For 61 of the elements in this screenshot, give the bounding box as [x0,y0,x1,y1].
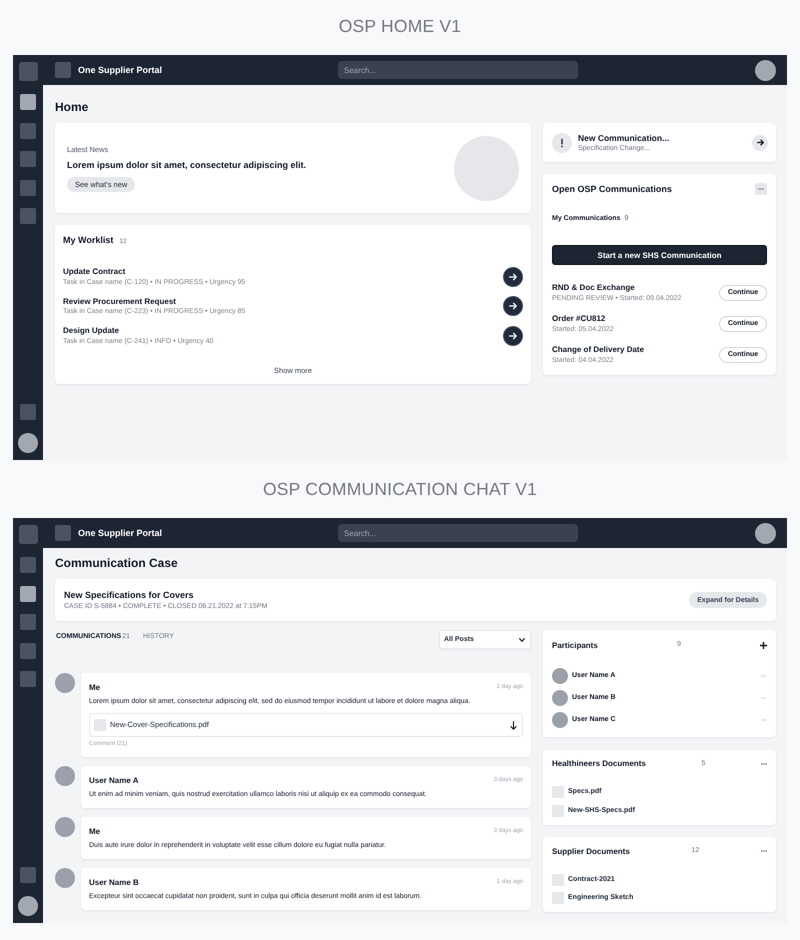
task-title: Update Contract [63,266,126,278]
avatar-icon [55,673,75,693]
search-field[interactable]: Search... [338,61,578,79]
documents-title: Healthineers Documents [552,758,646,769]
logo-placeholder-icon [55,525,71,541]
message-author: User Name A [89,774,139,786]
avatar-icon [55,766,75,786]
screen-caption: OSP HOME V1 [338,15,462,38]
file-placeholder-icon [552,786,564,798]
file-placeholder-icon [552,892,564,904]
avatar-icon [55,817,75,837]
plus-icon[interactable] [760,642,767,648]
menu-placeholder-icon[interactable] [18,525,38,544]
message-author: Me [89,682,100,692]
open-task-button[interactable] [503,326,523,346]
avatar-icon[interactable] [18,433,38,453]
search-field[interactable]: Search... [338,524,578,542]
avatar-icon [552,690,568,706]
app-name: One Supplier Portal [78,64,162,76]
app-name: One Supplier Portal [78,527,162,539]
open-task-button[interactable] [503,296,523,316]
page-title: Home [55,99,88,115]
communication-title: Order #CU812 [552,313,606,324]
exclamation-icon [552,132,572,152]
open-task-button[interactable] [503,266,523,287]
chevron-down-icon [519,638,525,642]
avatar-icon [55,868,75,888]
worklist-title: My Worklist [63,234,114,246]
arrow-right-icon [509,332,517,340]
menu-placeholder-icon[interactable] [18,62,38,81]
nav-placeholder-icon[interactable] [20,586,36,602]
page-title: Communication Case [55,555,178,571]
arrow-right-icon [509,272,517,281]
task-title: Design Update [63,325,120,336]
screen-caption: OSP COMMUNICATION CHAT V1 [262,478,537,501]
open-notification-button[interactable] [752,134,768,150]
avatar-icon [552,668,568,684]
communications-title: Open OSP Communications [552,183,672,195]
avatar-icon[interactable] [18,896,38,916]
more-button[interactable] [755,183,767,195]
start-communication-button[interactable]: Start a new SHS Communication [552,245,767,265]
documents-title: Supplier Documents [552,846,630,856]
avatar-icon[interactable] [755,522,776,544]
file-placeholder-icon [552,874,564,886]
arrow-right-icon [756,139,764,146]
avatar-icon [552,712,568,728]
logo-placeholder-icon [55,62,71,78]
arrow-right-icon [509,302,517,310]
communication-title: Change of Delivery Date [552,344,644,356]
communication-title: RND & Doc Exchange [552,282,635,294]
message-author: User Name B [89,876,139,888]
download-icon[interactable] [510,720,517,730]
case-title: New Specifications for Covers [64,588,194,600]
task-title: Review Procurement Request [63,296,176,307]
news-headline: Lorem ipsum dolor sit amet, consectetur adipiscing elit. [67,158,306,172]
avatar-icon[interactable] [755,60,776,80]
message-author: Me [89,826,100,836]
file-placeholder-icon [94,719,106,731]
file-placeholder-icon [552,804,564,816]
notification-title: New Communication... [578,132,670,144]
participants-title: Participants [552,640,598,650]
